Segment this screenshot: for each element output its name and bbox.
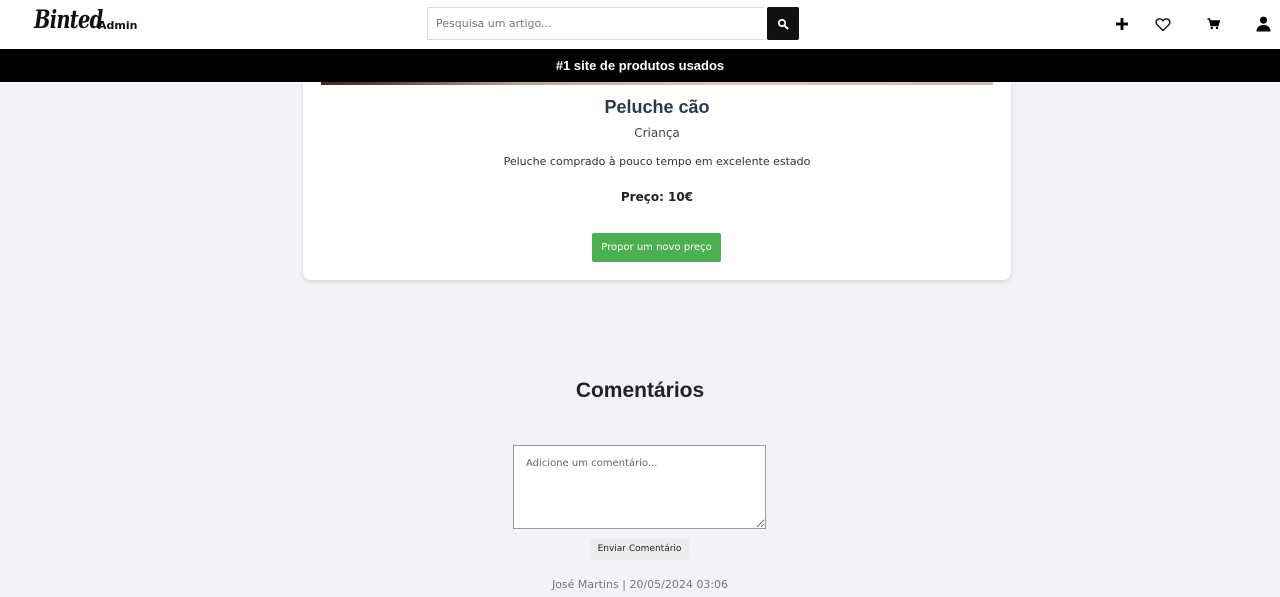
header-icons [0, 12, 1280, 36]
product-description: Peluche comprado à pouco tempo em excele… [503, 155, 811, 168]
product-category: Criança [634, 126, 680, 140]
plus-icon [1116, 18, 1128, 30]
send-comment-button[interactable]: Enviar Comentário [590, 538, 689, 560]
product-image [321, 82, 993, 85]
comments-heading: Comentários [575, 379, 705, 402]
heart-icon [1155, 17, 1171, 31]
top-header: Binted Admin [0, 0, 1280, 49]
add-product-button[interactable] [1110, 12, 1134, 36]
product-title: Peluche cão [604, 97, 710, 117]
product-card: Peluche cão Criança Peluche comprado à p… [303, 82, 1011, 280]
favorites-button[interactable] [1151, 12, 1175, 36]
propose-price-button[interactable]: Propor um novo preço [592, 233, 721, 262]
user-icon [1256, 16, 1270, 32]
product-price: Preço: 10€ [620, 190, 694, 204]
comment-input[interactable] [513, 445, 766, 529]
promo-banner: #1 site de produtos usados [0, 49, 1280, 82]
cart-icon [1207, 18, 1220, 30]
profile-button[interactable] [1251, 12, 1275, 36]
comment-author-date: José Martins | 20/05/2024 03:06 [551, 578, 729, 591]
cart-button[interactable] [1201, 12, 1225, 36]
